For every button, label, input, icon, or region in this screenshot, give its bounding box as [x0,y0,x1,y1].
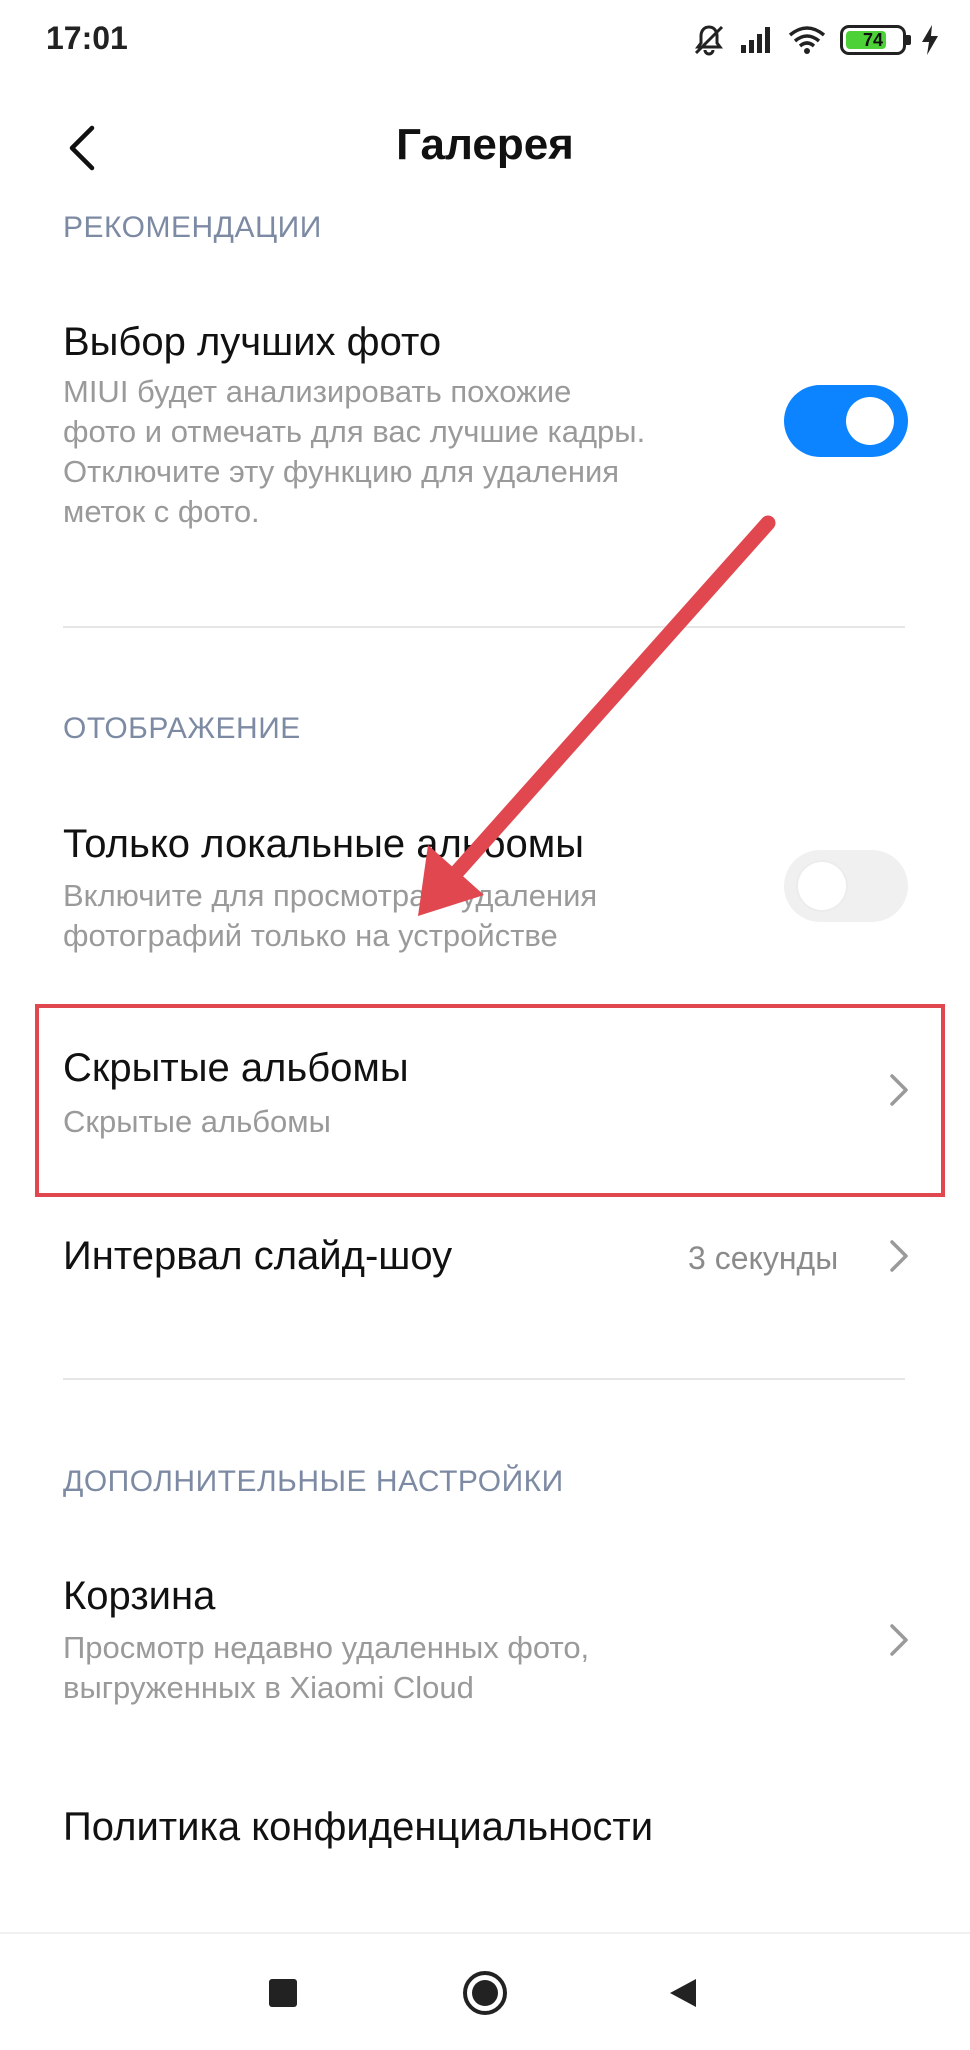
back-triangle-icon [670,1979,696,2007]
chevron-right-icon [890,1624,908,1656]
setting-slideshow-title: Интервал слайд-шоу [63,1234,453,1278]
wifi-icon [788,26,826,54]
section-header-recommendations: РЕКОМЕНДАЦИИ [63,211,322,244]
recent-apps-icon [269,1979,297,2007]
setting-hidden-albums-title: Скрытые альбомы [63,1046,409,1090]
setting-best-photos-desc-3: Отключите эту функцию для удаления [63,454,620,489]
system-nav-bar [0,1932,970,2050]
divider [63,626,905,628]
battery-icon: 74 [840,25,911,55]
status-time: 17:01 [46,20,128,56]
toggle-knob [846,397,894,445]
status-icons: 74 [692,22,940,58]
setting-local-albums-title: Только локальные альбомы [63,822,585,866]
setting-local-albums-desc-2: фотографий только на устройстве [63,918,558,953]
system-back-button[interactable] [648,1958,718,2028]
battery-level: 74 [862,29,884,50]
home-button[interactable] [450,1958,520,2028]
setting-trash-desc-1: Просмотр недавно удаленных фото, [63,1630,590,1665]
setting-trash-desc-2: выгруженных в Xiaomi Cloud [63,1670,474,1705]
charging-icon [922,25,938,55]
divider [63,1378,905,1380]
section-header-advanced: ДОПОЛНИТЕЛЬНЫЕ НАСТРОЙКИ [63,1465,564,1498]
setting-trash-title: Корзина [63,1574,216,1618]
muted-bell-icon [694,25,724,56]
setting-hidden-albums[interactable] [0,1008,970,1194]
setting-best-photos-title: Выбор лучших фото [63,320,442,364]
chevron-right-icon [890,1074,908,1106]
status-bar: 17:01 74 [0,0,970,80]
best-photos-toggle[interactable] [784,385,908,457]
battery-nub [906,35,911,45]
toggle-knob [798,862,846,910]
setting-privacy-title: Политика конфиденциальности [63,1805,654,1849]
recent-apps-button[interactable] [248,1958,318,2028]
local-albums-toggle[interactable] [784,850,908,922]
setting-hidden-albums-desc: Скрытые альбомы [63,1104,331,1139]
setting-local-albums-desc-1: Включите для просмотра и удаления [63,878,598,913]
setting-best-photos-desc-4: меток с фото. [63,494,260,529]
setting-best-photos-desc-2: фото и отмечать для вас лучшие кадры. [63,414,646,449]
app-header: Галерея [0,100,970,200]
section-header-display: ОТОБРАЖЕНИЕ [63,712,301,745]
slideshow-interval-value: 3 секунды [688,1240,839,1276]
page-title: Галерея [396,120,574,169]
home-icon [463,1971,507,2015]
setting-best-photos-desc-1: MIUI будет анализировать похожие [63,374,572,409]
signal-icon [741,27,770,53]
chevron-right-icon [890,1240,908,1272]
